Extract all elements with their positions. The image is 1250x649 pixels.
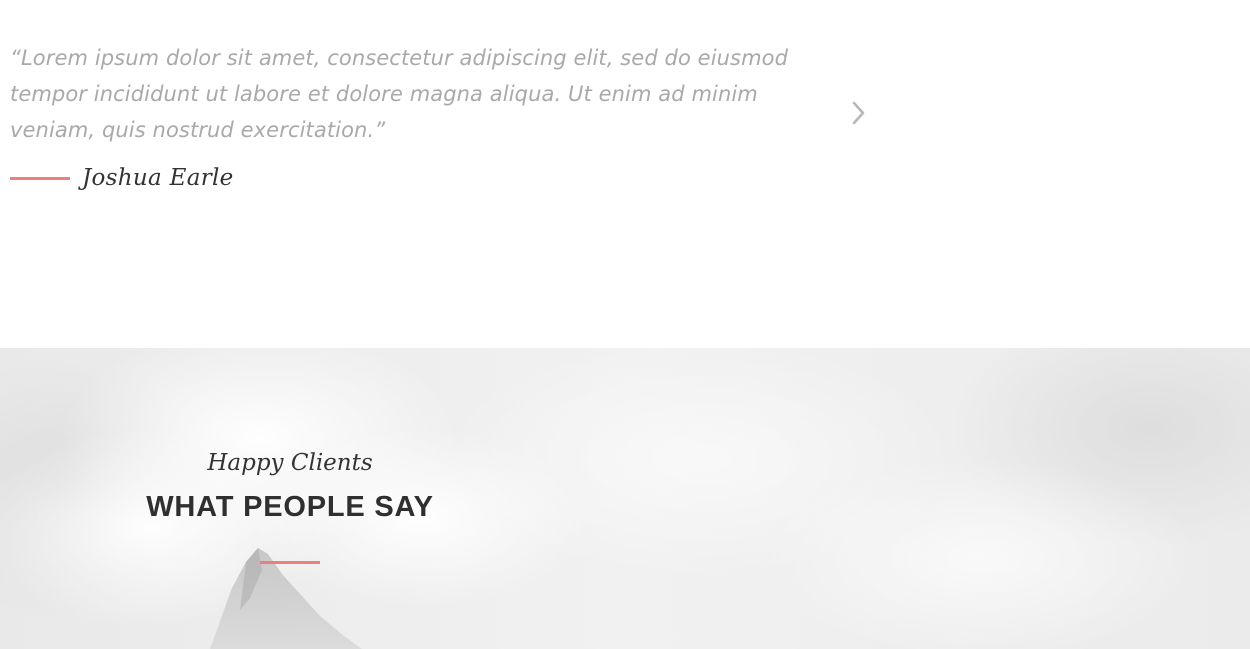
section-divider (260, 561, 320, 564)
chevron-right-icon (846, 98, 872, 128)
testimonial-quote: “Lorem ipsum dolor sit amet, consectetur… (10, 46, 789, 142)
testimonial-slide: “Lorem ipsum dolor sit amet, consectetur… (0, 0, 1250, 348)
section-heading-block: Happy Clients WHAT PEOPLE SAY (100, 448, 480, 564)
section-title: WHAT PEOPLE SAY (146, 491, 434, 523)
page: “Lorem ipsum dolor sit amet, consectetur… (0, 0, 1250, 649)
testimonial-author: Joshua Earle (10, 160, 234, 196)
section-subtitle: Happy Clients (207, 450, 373, 476)
author-accent-line (10, 176, 70, 180)
testimonials-section: Happy Clients WHAT PEOPLE SAY (0, 348, 1250, 649)
next-slide-button[interactable] (846, 98, 872, 128)
author-name: Joshua Earle (82, 165, 234, 191)
